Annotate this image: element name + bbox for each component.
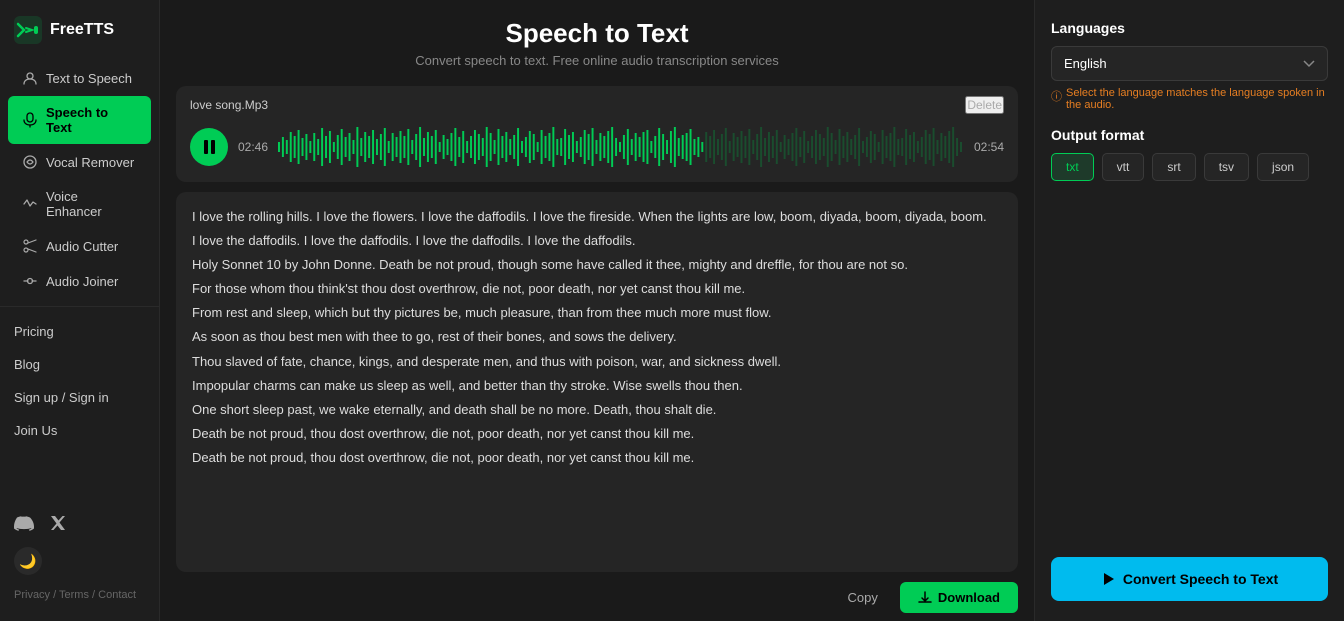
hint-text: Select the language matches the language… xyxy=(1066,87,1328,111)
sidebar-label-enhance: Voice Enhancer xyxy=(46,189,137,219)
page-title: Speech to Text xyxy=(160,18,1034,49)
download-button[interactable]: Download xyxy=(900,582,1018,613)
time-total: 02:54 xyxy=(974,140,1004,154)
sidebar-item-audio-joiner[interactable]: Audio Joiner xyxy=(8,264,151,298)
hint-icon: ⓘ xyxy=(1051,88,1062,104)
theme-icon: 🌙 xyxy=(14,547,42,575)
convert-label: Convert Speech to Text xyxy=(1123,571,1278,587)
language-section: Languages EnglishSpanishFrenchGermanChin… xyxy=(1051,20,1328,111)
sidebar-item-audio-cutter[interactable]: Audio Cutter xyxy=(8,229,151,263)
sidebar-item-voice-enhancer[interactable]: Voice Enhancer xyxy=(8,180,151,228)
spacer xyxy=(1051,197,1328,541)
copy-button[interactable]: Copy xyxy=(836,584,890,611)
language-hint: ⓘ Select the language matches the langua… xyxy=(1051,87,1328,111)
discord-icon[interactable] xyxy=(14,513,34,533)
logo: FreeTTS xyxy=(0,12,159,60)
output-format-title: Output format xyxy=(1051,127,1328,143)
format-btn-txt[interactable]: txt xyxy=(1051,153,1094,181)
nav-divider xyxy=(0,306,159,307)
language-select[interactable]: EnglishSpanishFrenchGermanChineseJapanes… xyxy=(1051,46,1328,81)
output-format-section: Output format txtvttsrttsvjson xyxy=(1051,127,1328,181)
play-icon xyxy=(1101,572,1115,586)
download-label: Download xyxy=(938,590,1000,605)
format-btn-srt[interactable]: srt xyxy=(1152,153,1195,181)
stt-icon xyxy=(22,112,38,128)
sidebar-item-text-to-speech[interactable]: Text to Speech xyxy=(8,61,151,95)
player-card: love song.Mp3 Delete 02:46 xyxy=(176,86,1018,182)
right-panel: Languages EnglishSpanishFrenchGermanChin… xyxy=(1034,0,1344,621)
footer-links: Privacy / Terms / Contact xyxy=(0,581,159,609)
sidebar-item-pricing[interactable]: Pricing xyxy=(0,315,159,348)
sidebar-item-blog[interactable]: Blog xyxy=(0,348,159,381)
logo-icon xyxy=(14,16,42,44)
main-content: Speech to Text Convert speech to text. F… xyxy=(160,0,1034,621)
cut-icon xyxy=(22,238,38,254)
player-controls: 02:46 xyxy=(190,122,1004,172)
action-row: Copy Download xyxy=(176,572,1018,621)
format-buttons: txtvttsrttsvjson xyxy=(1051,153,1328,181)
format-btn-json[interactable]: json xyxy=(1257,153,1309,181)
join-icon xyxy=(22,273,38,289)
time-current: 02:46 xyxy=(238,140,268,154)
file-name: love song.Mp3 xyxy=(190,98,268,112)
delete-button[interactable]: Delete xyxy=(965,96,1004,114)
convert-button[interactable]: Convert Speech to Text xyxy=(1051,557,1328,601)
sidebar-label-joiner: Audio Joiner xyxy=(46,274,118,289)
player-top: love song.Mp3 Delete xyxy=(190,96,1004,114)
sidebar-item-vocal-remover[interactable]: Vocal Remover xyxy=(8,145,151,179)
theme-toggle[interactable]: 🌙 xyxy=(0,541,159,581)
page-subtitle: Convert speech to text. Free online audi… xyxy=(160,53,1034,68)
sidebar-item-speech-to-text[interactable]: Speech to Text xyxy=(8,96,151,144)
logo-text: FreeTTS xyxy=(50,21,114,39)
sidebar-label-tts: Text to Speech xyxy=(46,71,132,86)
content-area: love song.Mp3 Delete 02:46 xyxy=(160,78,1034,621)
pause-button[interactable] xyxy=(190,128,228,166)
sidebar-item-signin[interactable]: Sign up / Sign in xyxy=(0,381,159,414)
pause-icon xyxy=(204,140,215,154)
sidebar-label-cutter: Audio Cutter xyxy=(46,239,118,254)
nav-section: Text to Speech Speech to Text Vocal Remo… xyxy=(0,60,159,505)
vocal-icon xyxy=(22,154,38,170)
twitter-icon[interactable] xyxy=(48,513,68,533)
sidebar-item-join[interactable]: Join Us xyxy=(0,414,159,447)
social-row xyxy=(0,505,159,541)
download-icon xyxy=(918,591,932,605)
format-btn-vtt[interactable]: vtt xyxy=(1102,153,1145,181)
tts-icon xyxy=(22,70,38,86)
format-btn-tsv[interactable]: tsv xyxy=(1204,153,1249,181)
sidebar-label-stt: Speech to Text xyxy=(46,105,137,135)
sidebar: FreeTTS Text to Speech Speech to Text xyxy=(0,0,160,621)
enhance-icon xyxy=(22,196,38,212)
page-header: Speech to Text Convert speech to text. F… xyxy=(160,0,1034,78)
languages-title: Languages xyxy=(1051,20,1328,36)
waveform[interactable] xyxy=(278,122,964,172)
transcript-card: I love the rolling hills. I love the flo… xyxy=(176,192,1018,572)
sidebar-label-vocal: Vocal Remover xyxy=(46,155,134,170)
